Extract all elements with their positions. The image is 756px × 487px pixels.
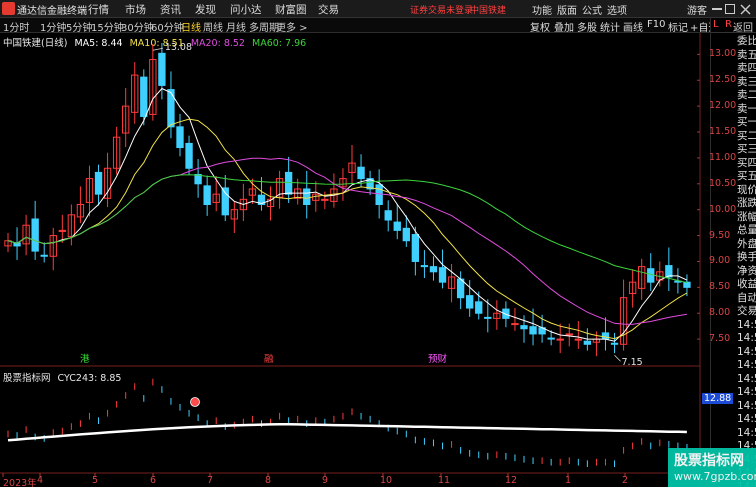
candles-group — [4, 42, 691, 357]
y-tick-label: 11.50 — [709, 126, 737, 138]
candle-body — [484, 316, 492, 319]
candle-body — [420, 265, 429, 268]
y-tick-label: 9.50 — [709, 229, 731, 241]
candle-body — [429, 266, 438, 273]
candle-body — [466, 295, 474, 309]
y-tick-label: 7.50 — [709, 333, 731, 345]
y-tick-label: 10.50 — [709, 177, 737, 189]
date-label: 2023年 — [3, 478, 37, 487]
low-pointer — [614, 354, 621, 362]
signal-dot — [190, 397, 200, 407]
candle-body — [438, 267, 447, 283]
y-tick-label: 9.00 — [709, 255, 731, 267]
candle-body — [393, 221, 401, 231]
kline-chart[interactable]: 13.08 7.15 港 融 预财 — [0, 0, 756, 487]
event-marker: 港 — [80, 353, 90, 365]
candle-body — [456, 278, 465, 299]
candle-body — [375, 184, 383, 205]
date-label: 4 — [37, 475, 44, 486]
y-tick-label: 8.00 — [709, 307, 731, 319]
date-label: 5 — [92, 475, 99, 486]
candle-body — [384, 210, 392, 221]
low-price-label: 7.15 — [622, 357, 643, 368]
ma20-line — [7, 157, 687, 325]
candle-body — [94, 171, 103, 195]
sub-chart-current-value: 12.88 — [702, 393, 734, 404]
candle-body — [40, 254, 48, 257]
watermark-url: www.7gpzb.com — [674, 470, 756, 483]
date-label: 1 — [565, 475, 572, 486]
date-label: 10 — [380, 475, 393, 486]
y-tick-label: 12.50 — [709, 74, 737, 86]
ma10-line — [7, 118, 688, 340]
candle-body — [556, 338, 564, 341]
candle-body — [583, 340, 592, 345]
high-pointer — [152, 47, 163, 51]
candle-body — [610, 342, 619, 345]
y-tick-label: 8.50 — [709, 281, 731, 293]
cyc243-line — [7, 423, 687, 442]
candle-body — [665, 265, 673, 278]
candle-body — [683, 281, 691, 288]
candle-body — [176, 126, 184, 149]
site-watermark: 股票指标网 www.7gpzb.com — [668, 448, 756, 487]
y-tick-label: 13.00 — [709, 48, 737, 60]
date-label: 9 — [322, 475, 329, 486]
price-axis: 13.00 12.50 12.00 11.50 11.00 10.50 10.00 9.50 9… — [700, 33, 736, 487]
high-price-label: 13.08 — [165, 42, 192, 53]
date-label: 11 — [438, 475, 451, 486]
watermark-title: 股票指标网 — [674, 453, 744, 469]
candle-body — [31, 218, 39, 252]
date-label: 2 — [622, 475, 629, 486]
y-tick-label: 10.00 — [709, 203, 737, 215]
candle-body — [520, 325, 528, 330]
candle-body — [185, 142, 193, 169]
candle-body — [221, 187, 229, 216]
candle-body — [402, 227, 410, 242]
candle-body — [303, 188, 311, 206]
date-label: 7 — [207, 475, 214, 486]
event-marker: 融 — [264, 354, 274, 365]
candle-body — [203, 185, 211, 206]
candle-body — [167, 89, 175, 128]
sub-candles-group — [7, 378, 688, 468]
date-label: 6 — [150, 475, 157, 486]
date-label: 8 — [265, 475, 272, 486]
candle-body — [357, 166, 365, 180]
candle-body — [158, 52, 166, 86]
y-tick-label: 11.00 — [709, 151, 737, 163]
y-tick-label: 12.00 — [709, 100, 737, 112]
candle-body — [601, 332, 610, 340]
date-label: 12 — [505, 475, 518, 486]
candle-body — [529, 326, 537, 335]
candle-body — [140, 76, 148, 117]
candle-body — [547, 337, 555, 340]
ma5-line — [7, 87, 688, 342]
event-marker: 预财 — [428, 353, 448, 365]
candle-body — [475, 301, 483, 314]
candle-body — [284, 171, 293, 195]
candle-body — [411, 234, 420, 262]
